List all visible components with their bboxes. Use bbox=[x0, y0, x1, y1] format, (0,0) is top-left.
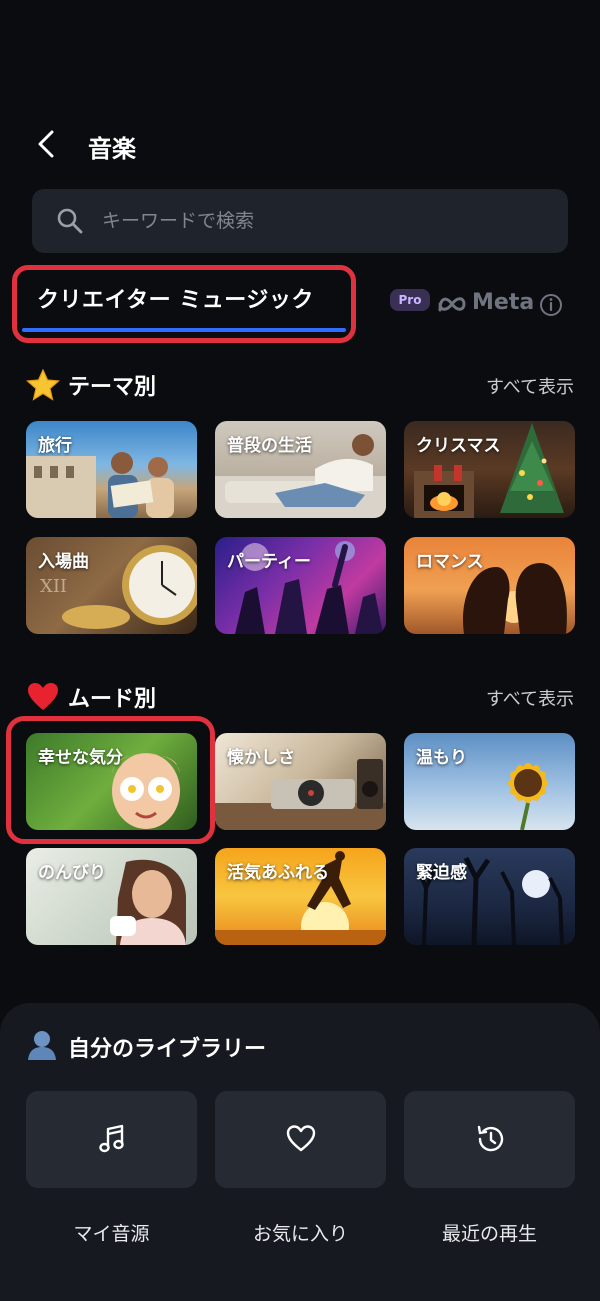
mood-section-header: ムード別 すべて表示 bbox=[26, 679, 574, 715]
my-sources-button[interactable] bbox=[26, 1091, 197, 1188]
active-tab-indicator bbox=[22, 328, 346, 332]
heart-outline-icon bbox=[286, 1125, 316, 1152]
history-icon bbox=[477, 1125, 504, 1152]
back-arrow-icon[interactable] bbox=[32, 128, 62, 160]
theme-section-header: テーマ別 すべて表示 bbox=[26, 367, 574, 403]
pro-badge: Pro bbox=[390, 289, 430, 311]
theme-tile-romance[interactable]: ロマンス bbox=[404, 537, 575, 634]
theme-tile-label: 旅行 bbox=[38, 436, 72, 456]
mood-tile-label: のんびり bbox=[38, 863, 106, 883]
page-title: 音楽 bbox=[88, 135, 136, 163]
mood-tile-nostalgia[interactable]: 懐かしさ bbox=[215, 733, 386, 830]
favorites-label: お気に入り bbox=[252, 1223, 348, 1245]
my-library-panel: 自分のライブラリー マイ音源 お気に入り 最近の再生 bbox=[0, 1003, 600, 1301]
mood-tile-label: 緊迫感 bbox=[416, 863, 467, 883]
tab-creator-music[interactable]: クリエイター ミュージック bbox=[12, 265, 356, 343]
heart-icon bbox=[28, 683, 58, 710]
mood-tile-label: 温もり bbox=[416, 748, 467, 768]
tab-creator-music-label: クリエイター ミュージック bbox=[37, 288, 314, 313]
user-icon bbox=[28, 1031, 56, 1060]
mood-tile-label: 幸せな気分 bbox=[38, 748, 123, 768]
tab-meta[interactable]: Meta bbox=[472, 290, 534, 315]
star-icon bbox=[26, 369, 60, 401]
theme-see-all-link[interactable]: すべて表示 bbox=[486, 373, 574, 399]
mood-tile-tension[interactable]: 緊迫感 bbox=[404, 848, 575, 945]
recently-played-button[interactable] bbox=[404, 1091, 575, 1188]
theme-tile-label: クリスマス bbox=[416, 436, 501, 456]
selected-highlight bbox=[6, 716, 215, 844]
theme-tile-travel[interactable]: 旅行 bbox=[26, 421, 197, 518]
theme-section-title: テーマ別 bbox=[68, 375, 157, 400]
info-icon[interactable] bbox=[539, 293, 563, 317]
music-note-icon bbox=[99, 1124, 124, 1153]
search-bar[interactable] bbox=[32, 189, 568, 253]
mood-tile-energetic[interactable]: 活気あふれる bbox=[215, 848, 386, 945]
mood-see-all-link[interactable]: すべて表示 bbox=[486, 685, 574, 711]
theme-tile-label: 普段の生活 bbox=[227, 436, 312, 456]
header: 音楽 bbox=[0, 118, 600, 170]
theme-tile-label: 入場曲 bbox=[38, 552, 89, 572]
meta-logo-icon[interactable] bbox=[436, 292, 468, 316]
mood-tile-relaxed[interactable]: のんびり bbox=[26, 848, 197, 945]
theme-tile-label: パーティー bbox=[227, 552, 311, 572]
mood-tile-warmth[interactable]: 温もり bbox=[404, 733, 575, 830]
mood-tile-label: 懐かしさ bbox=[227, 748, 295, 768]
theme-tile-daily-life[interactable]: 普段の生活 bbox=[215, 421, 386, 518]
search-icon bbox=[57, 208, 83, 234]
theme-tile-party[interactable]: パーティー bbox=[215, 537, 386, 634]
theme-tile-christmas[interactable]: クリスマス bbox=[404, 421, 575, 518]
mood-tile-label: 活気あふれる bbox=[227, 863, 329, 883]
mood-section-title: ムード別 bbox=[68, 687, 157, 712]
search-input[interactable] bbox=[102, 189, 542, 253]
theme-tile-label: ロマンス bbox=[416, 552, 484, 572]
recently-played-label: 最近の再生 bbox=[441, 1223, 537, 1245]
my-sources-label: マイ音源 bbox=[73, 1223, 150, 1245]
library-title: 自分のライブラリー bbox=[68, 1037, 267, 1062]
svg-text:XII: XII bbox=[40, 576, 67, 597]
theme-tile-entrance[interactable]: XII 入場曲 bbox=[26, 537, 197, 634]
favorites-button[interactable] bbox=[215, 1091, 386, 1188]
